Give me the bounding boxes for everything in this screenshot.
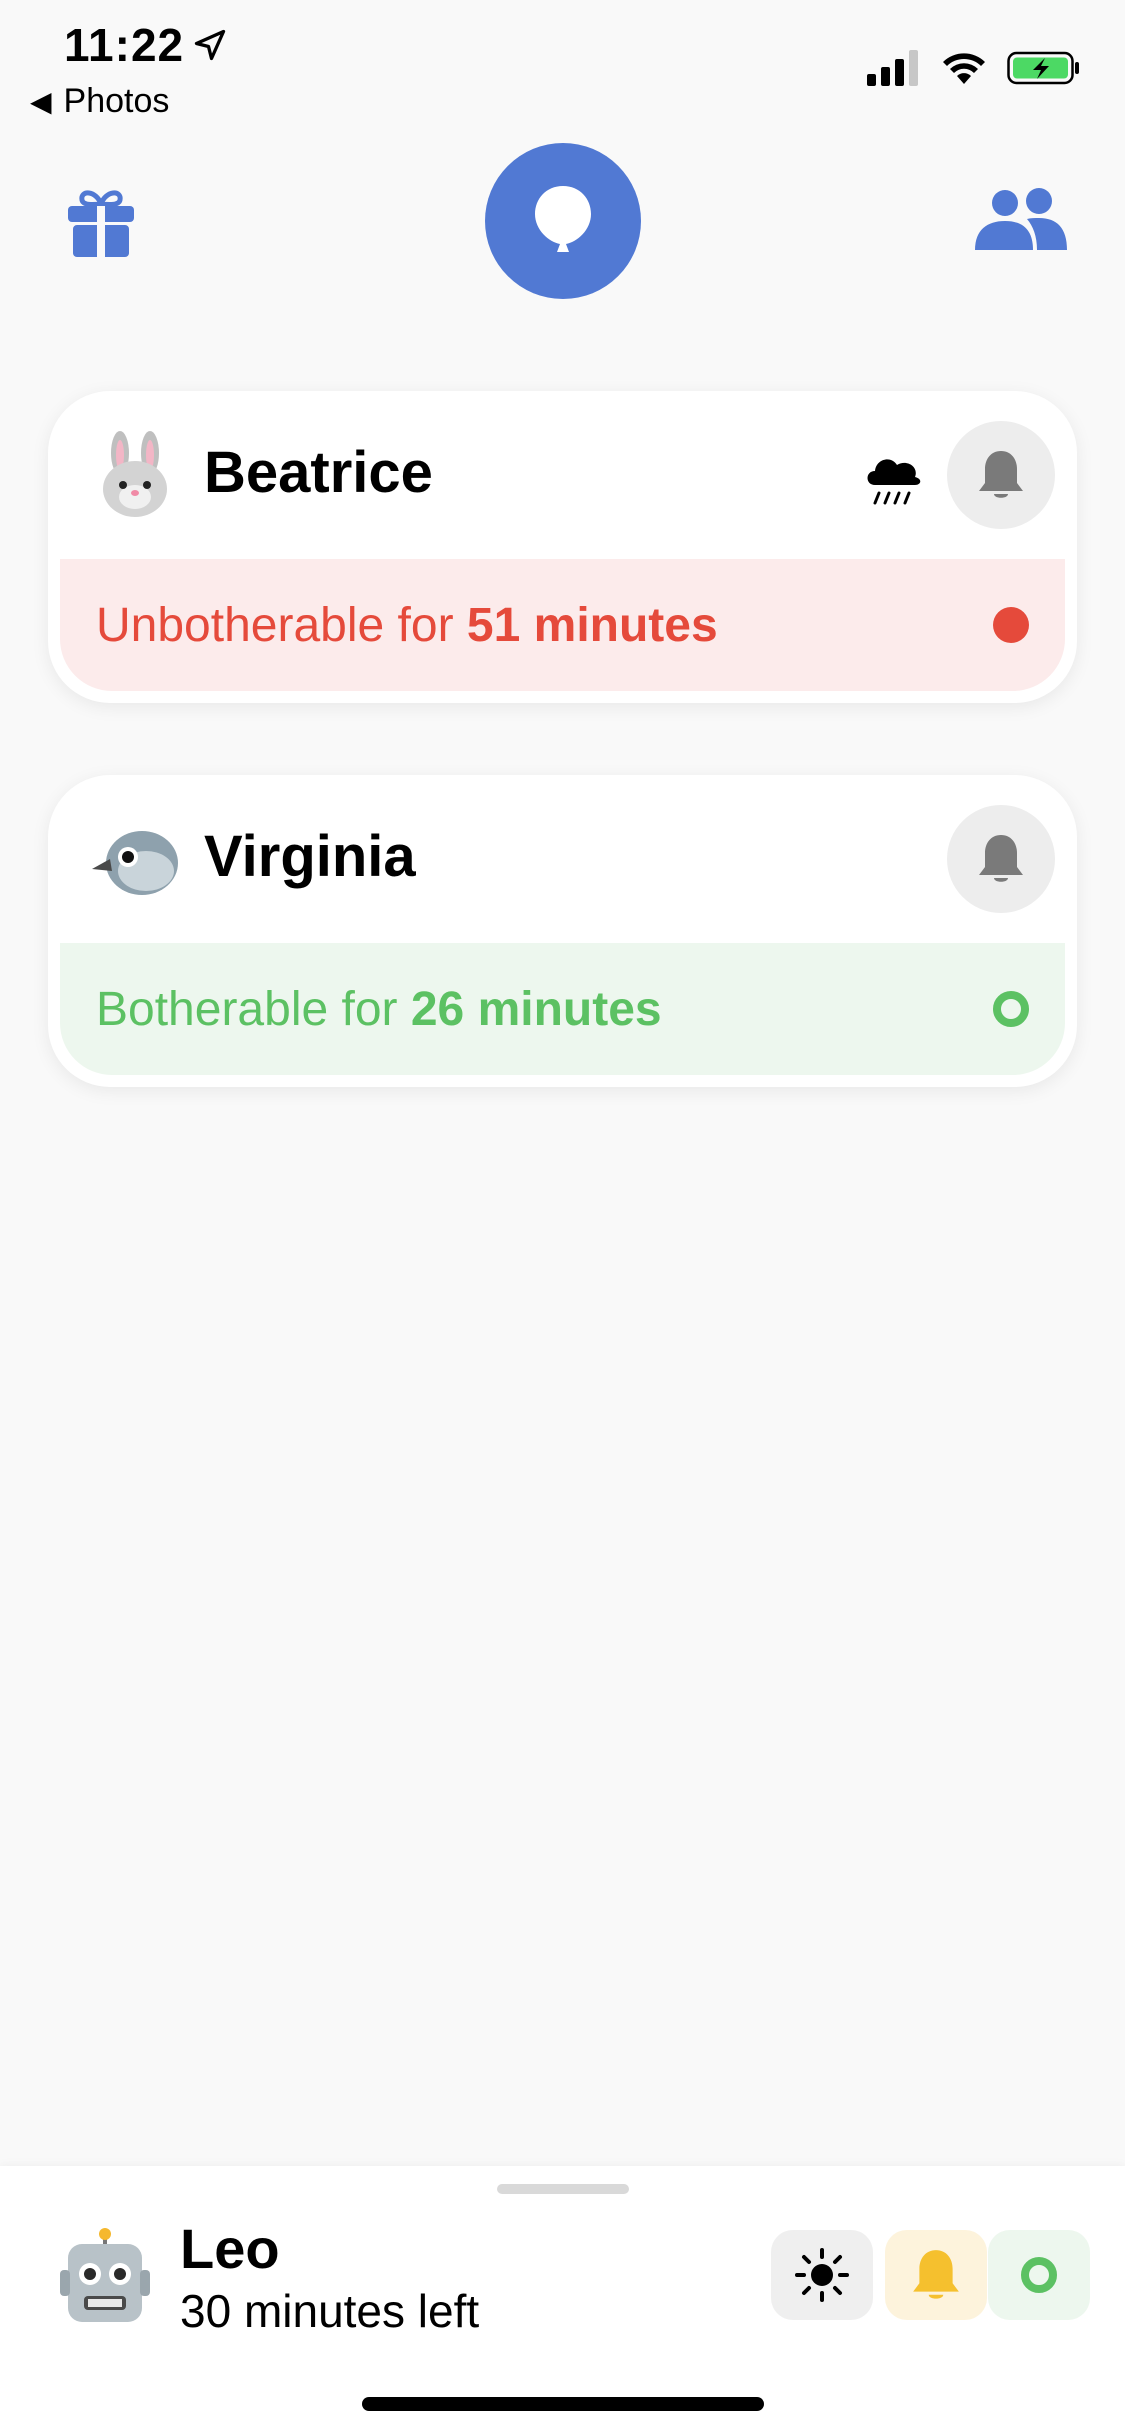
status-duration: 51 minutes bbox=[466, 598, 718, 652]
contact-card-virginia[interactable]: Virginia Botherable for 26 minutes bbox=[48, 775, 1077, 1087]
bell-icon bbox=[979, 451, 1023, 498]
status-prefix: Unbotherable for bbox=[96, 598, 467, 652]
location-arrow-icon bbox=[194, 29, 226, 61]
wifi-icon bbox=[943, 53, 985, 84]
status-row-unbotherable: Unbotherable for 51 minutes bbox=[60, 559, 1065, 691]
my-name: Leo bbox=[180, 2217, 280, 2280]
robot-icon bbox=[60, 2228, 150, 2328]
back-triangle-icon: ◀ bbox=[30, 86, 52, 117]
back-label: Photos bbox=[63, 82, 170, 120]
contact-card-header: Virginia bbox=[48, 775, 1077, 943]
contact-card-beatrice[interactable]: Beatrice Unbotherable for 51 minutes bbox=[48, 391, 1077, 703]
my-time-left: 30 minutes left bbox=[180, 2285, 480, 2337]
notify-bell-button[interactable] bbox=[947, 805, 1055, 913]
home-indicator[interactable] bbox=[362, 2397, 764, 2411]
gift-button[interactable] bbox=[66, 186, 136, 258]
sheet-grabber-handle[interactable] bbox=[497, 2184, 629, 2194]
back-to-photos-link[interactable]: ◀ Photos bbox=[30, 82, 169, 121]
rain-cloud-icon bbox=[861, 447, 925, 511]
my-status-sheet[interactable]: Leo 30 minutes left bbox=[0, 2166, 1125, 2436]
friends-button[interactable] bbox=[973, 188, 1069, 252]
cellular-signal-icon bbox=[867, 50, 918, 86]
bell-mode-button[interactable] bbox=[885, 2230, 987, 2320]
clock-time: 11:22 bbox=[64, 19, 185, 71]
notify-bell-button[interactable] bbox=[947, 421, 1055, 529]
status-dot-ring-icon bbox=[993, 991, 1029, 1027]
status-prefix: Botherable for bbox=[96, 982, 411, 1036]
status-duration: 26 minutes bbox=[410, 982, 662, 1036]
rabbit-face-icon bbox=[90, 431, 180, 521]
balloon-icon bbox=[535, 186, 591, 252]
status-row-botherable: Botherable for 26 minutes bbox=[60, 943, 1065, 1075]
gift-icon bbox=[68, 190, 134, 258]
status-dot-filled-icon bbox=[993, 607, 1029, 643]
contact-card-header: Beatrice bbox=[48, 391, 1077, 559]
sun-icon bbox=[795, 2248, 849, 2302]
contact-name: Beatrice bbox=[204, 440, 433, 505]
bell-icon bbox=[913, 2250, 959, 2299]
balloon-button[interactable] bbox=[485, 143, 641, 299]
bell-icon bbox=[979, 835, 1023, 882]
bird-icon bbox=[90, 815, 180, 905]
botherable-mode-button[interactable] bbox=[988, 2230, 1090, 2320]
sun-mode-button[interactable] bbox=[771, 2230, 873, 2320]
status-indicators bbox=[867, 50, 1081, 86]
people-icon bbox=[975, 188, 1067, 250]
contact-name: Virginia bbox=[204, 824, 416, 889]
status-bar-time: 11:22 bbox=[64, 18, 228, 72]
battery-charging-icon bbox=[1007, 51, 1079, 85]
ring-icon bbox=[1021, 2257, 1057, 2293]
